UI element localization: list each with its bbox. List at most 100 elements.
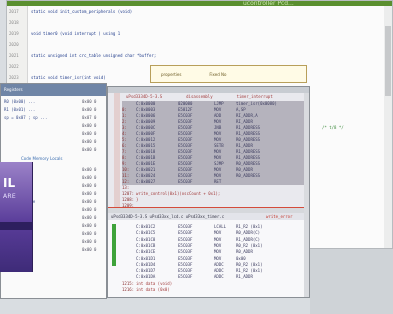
register-list-top: R0 (0x00) ... 0x00 0 R1 (0x01) ... 0x00 0 sp… — [1, 96, 106, 154]
opcode: E5C03F — [178, 274, 193, 280]
code-line[interactable] — [31, 17, 382, 28]
line-number: 2021 — [9, 53, 19, 58]
address: C:0x01CB — [136, 242, 156, 248]
operand: R0_ADDR(C) — [236, 230, 261, 236]
mnemonic: ADDC — [214, 261, 224, 267]
mnemonic: LCALL — [214, 224, 227, 229]
code-line[interactable]: static void init_custom_peripherals (voi… — [31, 6, 382, 17]
opcode: E5C03F — [178, 261, 193, 267]
register-value: 0x00 0 — [82, 199, 97, 204]
register-name: sp = 0x07 ; sp ... — [4, 115, 48, 120]
register-value: 0x07 0 — [82, 115, 97, 120]
background-window — [310, 248, 393, 314]
register-value: 0x00 0 — [82, 183, 97, 188]
property-popup[interactable]: properties Fixed No — [150, 65, 307, 83]
popup-right-label: Fixed No — [209, 71, 227, 77]
register-row[interactable]: R1 (0x01) ... 0x00 0 — [4, 106, 106, 114]
opcode: E5C03F — [178, 249, 193, 255]
register-value: 0x00 0 — [82, 231, 97, 236]
register-value: 0x00 0 — [82, 147, 97, 152]
opcode: E5C03F — [178, 224, 193, 229]
code-line[interactable]: static unsigned int crc_table unsigned c… — [31, 50, 382, 61]
register-value: 0x00 0 — [82, 223, 97, 228]
disassembly-line[interactable]: C:0x01D1 E5C03F MOV 0x00 — [122, 256, 305, 262]
file-tabs-label[interactable]: uPsd3334D-5-3.S uPsd33xx_lcd.c uPsd33xx_… — [111, 214, 224, 219]
editor-scroll-thumb[interactable] — [385, 26, 391, 96]
breakpoint-margin[interactable] — [114, 93, 120, 207]
operand: R0_R2 (0x1) — [236, 261, 263, 267]
registers-panel-title: Registers — [1, 84, 106, 96]
opcode: E5C03F — [178, 242, 193, 248]
register-value: 0x00 0 — [82, 239, 97, 244]
line-number: 2018 — [9, 20, 19, 25]
disassembly-line[interactable]: C:0x01DA E5C03F ADDC R1_ADDR — [122, 274, 305, 280]
editor-vertical-scrollbar[interactable] — [384, 6, 392, 249]
register-value: 0x00 0 — [82, 167, 97, 172]
register-row[interactable]: R0 (0x00) ... 0x00 0 — [4, 98, 106, 106]
register-row[interactable]: 0x00 0 — [4, 122, 106, 130]
code-line[interactable] — [31, 39, 382, 50]
disassembly-upper-pane[interactable]: uPsd3334D-5-3.S disassembly timer_interrup… — [108, 93, 309, 208]
address: C:0x01C8 — [136, 236, 156, 242]
line-number: 2022 — [9, 64, 19, 69]
disassembly-line[interactable]: C:0x01C2 E5C03F LCALL R1_R2 (0x1) — [122, 224, 305, 230]
register-value: 0x00 0 — [82, 99, 97, 104]
disassembly-header-item: timer_interrupt — [236, 94, 273, 99]
code-comment: /* t/8 */ — [322, 125, 344, 130]
register-value: 0x00 0 — [82, 191, 97, 196]
disassembly-line[interactable]: 1216: int data (0x0) — [122, 287, 305, 293]
mnemonic: MOV — [214, 236, 222, 242]
line-number: 2020 — [9, 42, 19, 47]
register-value: 0x00 0 — [82, 123, 97, 128]
address: C:0x01DA — [136, 274, 156, 280]
register-value: 0x00 0 — [82, 247, 97, 252]
register-row[interactable]: 0x00 0 — [4, 130, 106, 138]
register-row[interactable]: 0x00 0 — [4, 138, 106, 146]
operand: R1_R2 (0x1) — [236, 224, 263, 229]
line-number: 2023 — [9, 75, 19, 80]
disassembly-line[interactable]: C:0x01C5 E5C03F MOV R0_ADDR(C) — [122, 230, 305, 236]
mnemonic: ADDC — [214, 268, 224, 274]
file-tab-strip[interactable]: uPsd3334D-5-3.S uPsd33xx_lcd.c uPsd33xx_… — [108, 213, 309, 220]
operand: R1_ADDR — [236, 274, 253, 280]
address: C:0x01C2 — [136, 224, 156, 229]
product-box-strip — [0, 222, 32, 230]
operand: R1_R2 (0x1) — [236, 268, 263, 274]
opcode: E5C03F — [178, 268, 193, 274]
register-row[interactable]: 0x00 0 — [4, 146, 106, 154]
operand: 0x00 — [236, 255, 246, 261]
disassembly-vertical-scrollbar[interactable] — [304, 93, 309, 297]
disassembly-line[interactable]: C:0x01CE E5C03F MOV R0_ADDR — [122, 249, 305, 255]
product-box-image: IL ARE — [0, 162, 33, 272]
mnemonic: MOV — [214, 255, 222, 261]
opcode: E5C03F — [178, 230, 193, 236]
register-value: 0x00 0 — [82, 207, 97, 212]
disassembly-line[interactable]: C:0x01D7 E5C03F ADDC R1_R2 (0x1) — [122, 268, 305, 274]
address: C:0x01D7 — [136, 268, 156, 274]
register-row[interactable]: sp = 0x07 ; sp ... 0x07 0 — [4, 114, 106, 122]
operand: R1_ADDR(C) — [236, 236, 261, 242]
mnemonic: MOV — [214, 249, 222, 255]
opcode: E5C03F — [178, 255, 193, 261]
disassembly-line[interactable]: C:0x01C8 E5C03F MOV R1_ADDR(C) — [122, 237, 305, 243]
register-value: 0x00 0 — [82, 107, 97, 112]
address: C:0x01CE — [136, 249, 156, 255]
disassembly-line[interactable]: C:0x01CB E5C03F MOV R0_R2 (0x1) — [122, 243, 305, 249]
register-value: 0x00 0 — [82, 131, 97, 136]
disassembly-lower-pane[interactable]: C:0x01C2 E5C03F LCALL R1_R2 (0x1) C:0x01C5 E5… — [108, 220, 309, 297]
popup-left-label: properties — [161, 71, 182, 77]
address: int data (void) — [136, 280, 173, 286]
line-number: 2019 — [9, 31, 19, 36]
disassembly-line[interactable]: C:0x01D4 E5C03F ADDC R0_R2 (0x1) — [122, 262, 305, 268]
register-value: 0x00 0 — [82, 175, 97, 180]
product-logo-subtext: ARE — [3, 193, 16, 200]
opcode: E5C03F — [178, 236, 193, 242]
register-name: R0 (0x00) ... — [4, 99, 36, 104]
register-value: 0x00 0 — [82, 215, 97, 220]
product-logo: IL — [3, 176, 16, 190]
code-line[interactable]: void timer0 (void interrupt ) using 1 — [31, 28, 382, 39]
register-value: 0x00 0 — [82, 139, 97, 144]
mnemonic: MOV — [214, 242, 222, 248]
disassembly-line[interactable]: 1215: int data (void) — [122, 281, 305, 287]
disassembly-header-item: uPsd3334D-5-3.S — [126, 94, 163, 99]
